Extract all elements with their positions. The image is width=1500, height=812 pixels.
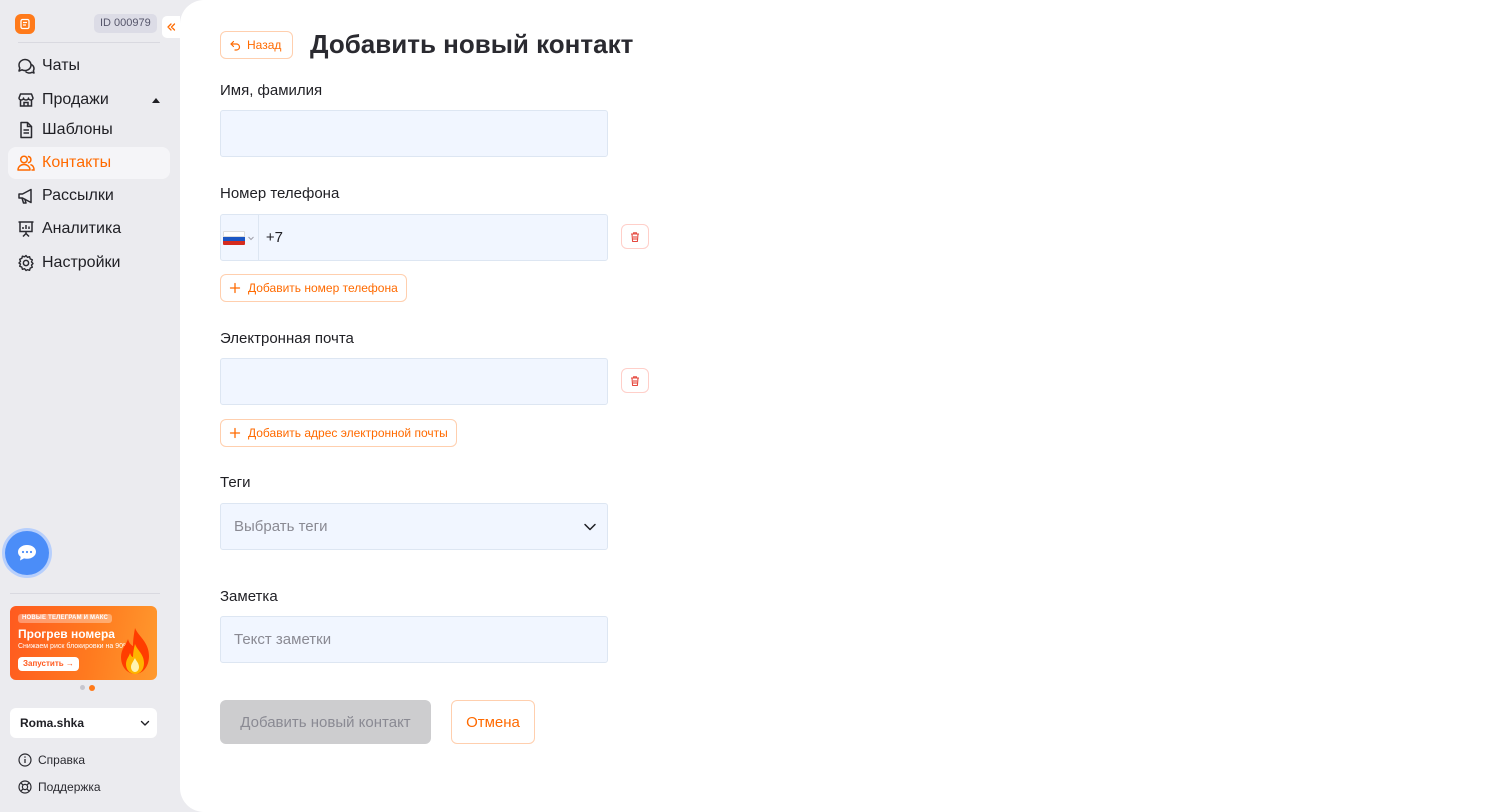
tags-label: Теги xyxy=(220,474,251,491)
note-label: Заметка xyxy=(220,588,278,605)
info-icon xyxy=(18,753,32,767)
back-button[interactable]: Назад xyxy=(220,31,293,59)
sidebar-item-templates[interactable]: Шаблоны xyxy=(8,114,170,146)
app-logo[interactable] xyxy=(15,14,35,34)
note-field[interactable] xyxy=(220,616,608,663)
email-label: Электронная почта xyxy=(220,330,354,347)
carousel-dot[interactable] xyxy=(80,685,85,690)
trash-icon xyxy=(631,375,639,386)
account-name: Roma.shka xyxy=(20,716,85,730)
name-label: Имя, фамилия xyxy=(220,82,323,99)
chevron-down-icon xyxy=(140,720,150,726)
note-input[interactable] xyxy=(234,617,607,662)
name-field[interactable] xyxy=(220,110,608,157)
account-switcher[interactable]: Roma.shka xyxy=(10,708,157,738)
sidebar-divider-bottom xyxy=(10,593,160,594)
sidebar-item-label: Рассылки xyxy=(42,187,114,204)
support-label: Поддержка xyxy=(38,780,101,794)
add-email-button[interactable]: Добавить адрес электронной почты xyxy=(220,419,457,447)
caret-up-icon[interactable] xyxy=(152,98,160,103)
store-icon xyxy=(16,90,36,110)
sidebar-item-label: Настройки xyxy=(42,254,121,271)
account-id-badge: ID 000979 xyxy=(94,14,157,33)
email-input[interactable] xyxy=(234,359,607,404)
sidebar-item-sales[interactable]: Продажи xyxy=(8,84,170,116)
help-label: Справка xyxy=(38,753,86,767)
trash-icon xyxy=(631,231,639,242)
lifebuoy-icon xyxy=(18,780,32,794)
help-link[interactable]: Справка xyxy=(18,752,85,768)
collapse-sidebar-button[interactable] xyxy=(162,16,180,38)
sidebar-item-mailings[interactable]: Рассылки xyxy=(8,180,170,212)
promo-title: Прогрев номера xyxy=(18,627,115,641)
delete-phone-button[interactable] xyxy=(621,224,649,249)
document-icon xyxy=(16,120,36,140)
sidebar-item-label: Контакты xyxy=(42,154,112,171)
email-field[interactable] xyxy=(220,358,608,405)
phone-field[interactable] xyxy=(220,214,608,261)
cancel-button[interactable]: Отмена xyxy=(451,700,535,744)
add-contact-button[interactable]: Добавить новый контакт xyxy=(220,700,431,744)
name-input[interactable] xyxy=(234,111,607,156)
sidebar-item-label: Аналитика xyxy=(42,220,122,237)
sidebar-divider xyxy=(18,42,160,43)
tags-placeholder: Выбрать теги xyxy=(234,518,328,535)
users-icon xyxy=(16,153,36,173)
plus-icon xyxy=(229,427,241,439)
back-arrow-icon xyxy=(229,39,241,51)
promo-launch-button[interactable]: Запустить → xyxy=(18,657,79,671)
add-email-label: Добавить адрес электронной почты xyxy=(248,426,448,440)
gear-icon xyxy=(16,253,36,273)
promo-subtitle: Снижаем риск блокировки на 90% xyxy=(18,643,130,650)
sidebar-item-chats[interactable]: Чаты xyxy=(8,50,170,82)
sidebar-item-settings[interactable]: Настройки xyxy=(8,247,170,279)
back-label: Назад xyxy=(247,38,282,52)
add-phone-button[interactable]: Добавить номер телефона xyxy=(220,274,407,302)
delete-email-button[interactable] xyxy=(621,368,649,393)
country-code-select[interactable] xyxy=(221,215,259,260)
support-link[interactable]: Поддержка xyxy=(18,779,101,795)
sidebar-item-label: Шаблоны xyxy=(42,121,113,138)
chevron-down-icon xyxy=(584,523,596,530)
logo-icon xyxy=(20,18,30,30)
sidebar-item-contacts[interactable]: Контакты xyxy=(8,147,170,179)
sidebar: ID 000979 Чаты Продажи Шаблоны Контакты … xyxy=(0,0,180,812)
fire-icon xyxy=(121,628,149,674)
chevron-down-icon xyxy=(248,236,255,240)
page-title: Добавить новый контакт xyxy=(310,29,634,59)
tags-select[interactable]: Выбрать теги xyxy=(220,503,608,550)
sidebar-item-analytics[interactable]: Аналитика xyxy=(8,213,170,245)
promo-tag: НОВЫЕ ТЕЛЕГРАМ И МАКС xyxy=(18,614,113,623)
carousel-dot-active[interactable] xyxy=(89,684,95,691)
double-chevron-left-icon xyxy=(167,23,176,31)
presentation-chart-icon xyxy=(16,219,36,239)
phone-label: Номер телефона xyxy=(220,185,340,202)
phone-input[interactable] xyxy=(258,215,607,260)
sidebar-item-label: Продажи xyxy=(42,91,109,108)
plus-icon xyxy=(229,282,241,294)
main-panel: Назад Добавить новый контакт Имя, фамили… xyxy=(180,0,1500,812)
promo-carousel-dots xyxy=(80,684,95,691)
russia-flag-icon xyxy=(223,230,246,245)
promo-banner[interactable]: НОВЫЕ ТЕЛЕГРАМ И МАКС Прогрев номера Сни… xyxy=(10,606,157,680)
add-phone-label: Добавить номер телефона xyxy=(248,281,398,295)
chat-bubble-icon xyxy=(18,545,36,561)
sidebar-item-label: Чаты xyxy=(42,57,81,74)
support-chat-button[interactable] xyxy=(5,531,49,575)
chat-icon xyxy=(16,56,36,76)
megaphone-icon xyxy=(16,186,36,206)
